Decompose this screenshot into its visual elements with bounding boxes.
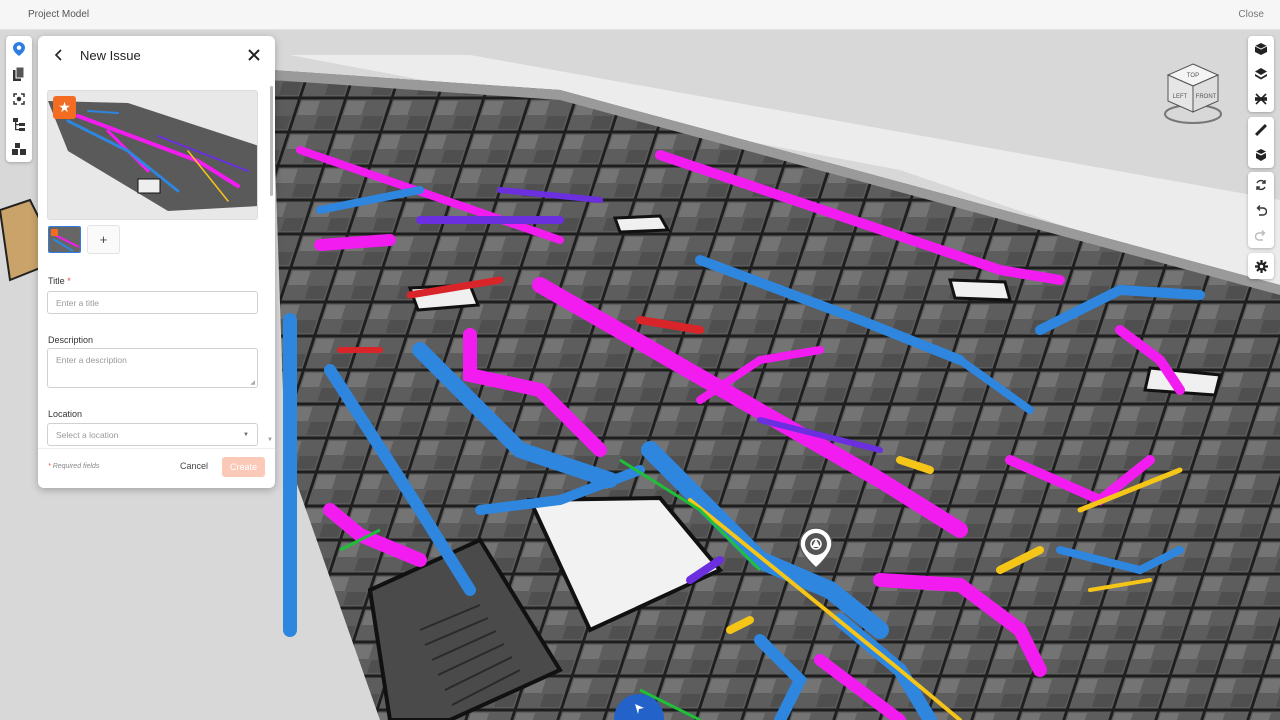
right-toolbar-view [1248,36,1274,112]
viewcube-top-label: TOP [1187,73,1199,79]
explode-icon[interactable] [1252,146,1270,164]
description-label: Description [48,335,94,345]
resize-handle-icon[interactable]: ◢ [250,379,255,386]
left-toolbar [6,36,32,162]
objects-icon[interactable] [10,140,28,158]
location-placeholder: Select a location [56,429,119,440]
cancel-button[interactable]: Cancel [176,458,212,476]
thumbnail-star-icon [51,229,58,236]
title-label-text: Title [48,276,65,286]
right-toolbar-tools [1248,117,1274,168]
close-link[interactable]: Close [1238,9,1264,20]
close-panel-button[interactable] [247,48,261,62]
new-issue-panel: New Issue ▼ ★ + Title * Enter a title De… [38,36,275,488]
refresh-icon[interactable] [1252,176,1270,194]
issue-pin-marker[interactable] [798,527,834,574]
app-title: Project Model [28,9,90,20]
cube-icon[interactable] [1252,40,1270,58]
right-toolbar-history [1248,172,1274,248]
back-button[interactable] [52,48,66,62]
add-snapshot-button[interactable]: + [87,225,120,254]
panel-title: New Issue [80,48,141,63]
section-cut-icon[interactable] [1252,90,1270,108]
location-label: Location [48,409,83,419]
settings-gear-icon[interactable] [1252,257,1270,275]
location-select[interactable]: Select a location ▼ [47,423,258,446]
undo-icon[interactable] [1252,201,1270,219]
view-cube[interactable]: TOP LEFT FRONT [1162,60,1224,128]
measure-ruler-icon[interactable] [1252,121,1270,139]
location-pin-icon[interactable] [10,40,28,58]
title-placeholder: Enter a title [56,298,99,308]
close-icon [248,49,260,61]
dropdown-caret-icon: ▼ [243,431,249,438]
viewcube-front-label: FRONT [1196,94,1217,100]
primary-star-icon[interactable]: ★ [53,96,76,119]
focus-frame-icon[interactable] [10,90,28,108]
navigation-arrow-icon [635,704,644,714]
description-textarea[interactable]: Enter a description ◢ [47,348,258,388]
right-toolbar-settings [1248,253,1274,279]
panel-scrollbar[interactable] [270,86,273,196]
viewcube-left-label: LEFT [1173,94,1188,100]
snapshot-thumbnail[interactable] [48,226,81,253]
required-note-mark: * [48,463,51,470]
layers-icon[interactable] [1252,65,1270,83]
create-button[interactable]: Create [222,457,265,477]
top-bar: Project Model Close [0,0,1280,30]
required-note-text: Required fields [52,463,100,470]
scroll-down-arrow-icon[interactable]: ▼ [267,437,273,443]
model-tree-icon[interactable] [10,115,28,133]
chevron-left-icon [54,49,62,61]
documents-icon[interactable] [10,65,28,83]
footer-divider [38,448,275,449]
snapshot-preview: ★ [47,90,258,220]
required-mark: * [67,276,71,286]
required-fields-note: * Required fields [48,463,99,470]
description-placeholder: Enter a description [56,355,127,365]
panel-header: New Issue [38,36,275,76]
redo-icon[interactable] [1252,226,1270,244]
title-input[interactable]: Enter a title [47,291,258,314]
title-label: Title * [48,276,71,286]
